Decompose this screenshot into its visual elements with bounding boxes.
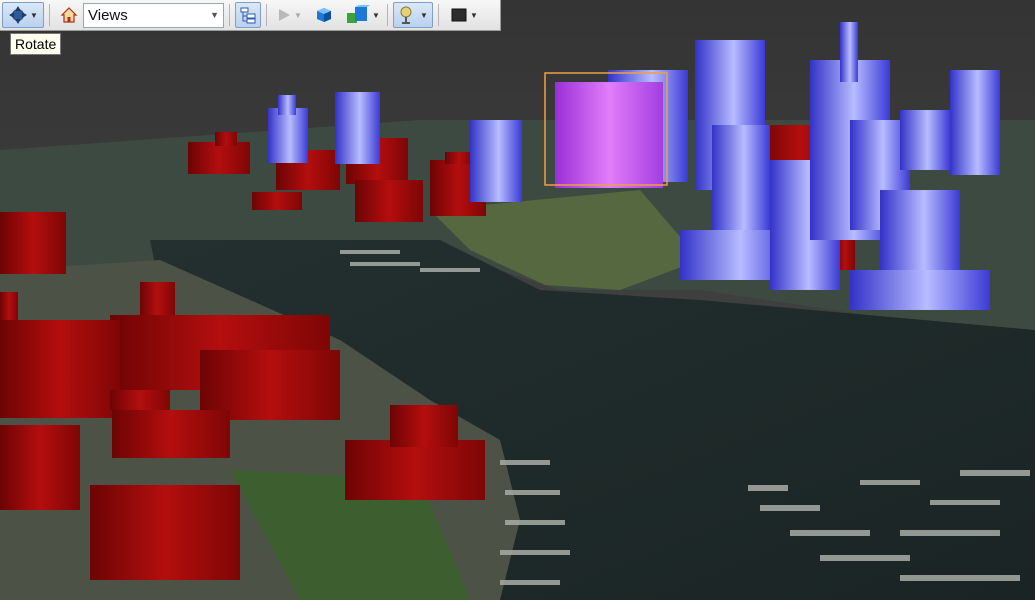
toolbar-separator bbox=[266, 4, 267, 26]
chevron-down-icon: ▼ bbox=[372, 10, 380, 20]
toolbar: ▼ Views ▼ ▼ ▼ ▼ ▼ bbox=[0, 0, 501, 31]
layer-button[interactable] bbox=[310, 2, 338, 28]
navigate-tool-button[interactable]: ▼ bbox=[2, 2, 44, 28]
play-button[interactable]: ▼ bbox=[272, 2, 306, 28]
chevron-down-icon: ▼ bbox=[470, 10, 478, 20]
hierarchy-icon bbox=[240, 7, 256, 24]
toolbar-separator bbox=[49, 4, 50, 26]
chevron-down-icon: ▼ bbox=[30, 10, 38, 20]
extrusion-button[interactable]: ▼ bbox=[344, 2, 382, 28]
lighting-button[interactable]: ▼ bbox=[393, 2, 433, 28]
color-button[interactable]: ▼ bbox=[444, 2, 484, 28]
home-button[interactable] bbox=[55, 2, 83, 28]
chevron-down-icon: ▼ bbox=[294, 10, 302, 20]
map-3d-scene[interactable] bbox=[0, 0, 1035, 600]
blue-cube-icon bbox=[317, 8, 331, 22]
lamp-icon bbox=[400, 6, 412, 24]
play-icon bbox=[279, 9, 291, 21]
chevron-down-icon: ▼ bbox=[210, 10, 219, 20]
home-icon bbox=[60, 7, 78, 23]
navigate-icon bbox=[9, 6, 28, 24]
toolbar-separator bbox=[438, 4, 439, 26]
chevron-down-icon: ▼ bbox=[420, 10, 428, 20]
toolbar-separator bbox=[229, 4, 230, 26]
views-combo-value: Views bbox=[88, 6, 128, 24]
toolbar-separator bbox=[387, 4, 388, 26]
color-swatch-icon bbox=[451, 8, 467, 22]
table-of-contents-button[interactable] bbox=[235, 2, 261, 28]
cubes-icon bbox=[347, 5, 371, 23]
rotate-tooltip: Rotate bbox=[10, 33, 62, 55]
views-combo[interactable]: Views ▼ bbox=[83, 2, 224, 28]
